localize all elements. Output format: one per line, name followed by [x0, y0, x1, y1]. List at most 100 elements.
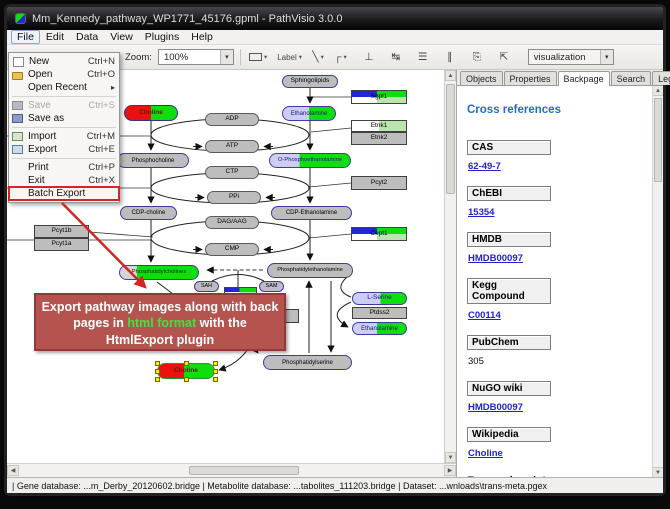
xref-link[interactable]: C00114: [468, 310, 501, 321]
pathway-node-phosphatidylcholines[interactable]: Phosphatidylcholines: [119, 265, 199, 280]
scroll-left-icon[interactable]: ◀: [7, 465, 19, 476]
pathway-node-ctp[interactable]: CTP: [205, 166, 259, 179]
menu-data[interactable]: Data: [70, 30, 104, 44]
open-folder-icon: [12, 72, 23, 80]
xref-value: 305: [468, 356, 651, 367]
pathway-node-cdp-ethanolamine[interactable]: CDP-Ethanolamine: [271, 206, 352, 220]
pathway-node-phosphatidylserine[interactable]: Phosphatidylserine: [263, 355, 352, 370]
title-bar[interactable]: Mm_Kennedy_pathway_WP1771_45176.gpml - P…: [7, 7, 663, 30]
label-tool-button[interactable]: Label▾: [275, 48, 304, 66]
zoom-combobox[interactable]: 100% ▾: [158, 49, 234, 65]
cross-references-heading: Cross references: [467, 104, 651, 116]
file-menu-item-print[interactable]: PrintCtrl+P: [9, 161, 119, 174]
pathway-node-cmp[interactable]: CMP: [205, 243, 259, 256]
pathway-node-dag-aag[interactable]: DAG/AAG: [205, 216, 259, 229]
selection-handle[interactable]: [155, 369, 160, 374]
menu-file[interactable]: File: [11, 30, 40, 44]
panel-scroll-down-icon[interactable]: ▼: [653, 467, 663, 477]
pathway-node-ptdss2[interactable]: Ptdss2: [352, 307, 407, 319]
common-size-icon[interactable]: ⎘: [469, 48, 485, 66]
pathway-node-sam[interactable]: SAM: [259, 281, 284, 292]
pathway-node-phosphocholine[interactable]: Phosphocholine: [117, 153, 189, 168]
selection-handle[interactable]: [213, 369, 218, 374]
pathway-node-choline[interactable]: Choline: [124, 105, 178, 121]
align-vertical-icon[interactable]: ∥: [442, 48, 458, 66]
swap-position-icon[interactable]: ↹: [388, 48, 404, 66]
pathway-node-ethanolamine[interactable]: Ethanolamine: [352, 322, 407, 335]
xref-link[interactable]: HMDB00097: [468, 402, 523, 413]
pathway-node-sphingolipids[interactable]: Sphingolipids: [282, 75, 338, 88]
file-menu-item-save[interactable]: SaveCtrl+S: [9, 99, 119, 112]
pathway-node-adp[interactable]: ADP: [205, 113, 259, 126]
canvas-horizontal-scrollbar[interactable]: ◀ ▶: [7, 463, 456, 477]
file-menu-item-export[interactable]: ExportCtrl+E: [9, 143, 119, 156]
pathway-node-ppi[interactable]: PPi: [207, 191, 261, 204]
vertical-scroll-thumb[interactable]: [446, 84, 455, 194]
xref-section-cas: CAS62-49-7: [467, 140, 651, 172]
selection-handle[interactable]: [155, 361, 160, 366]
side-panel-tabs: ObjectsPropertiesBackpageSearchLegend: [457, 70, 663, 86]
panel-scroll-thumb[interactable]: [654, 98, 662, 182]
file-menu-item-open[interactable]: OpenCtrl+O: [9, 68, 119, 81]
pathway-node-l-serine[interactable]: L-Serine: [352, 292, 407, 305]
file-menu-item-exit[interactable]: ExitCtrl+X: [9, 174, 119, 187]
menu-help[interactable]: Help: [185, 30, 219, 44]
file-menu-item-import[interactable]: ImportCtrl+M: [9, 130, 119, 143]
pathway-node-sah[interactable]: SAH: [194, 281, 219, 292]
visualization-combobox[interactable]: visualization ▾: [528, 49, 614, 65]
zoom-dropdown-arrow-icon[interactable]: ▾: [220, 50, 233, 64]
menu-plugins[interactable]: Plugins: [139, 30, 185, 44]
selection-handle[interactable]: [213, 361, 218, 366]
file-menu-item-open-recent[interactable]: Open Recent▸: [9, 81, 119, 94]
pathway-node-cdp-choline[interactable]: CDP-choline: [120, 206, 177, 220]
panel-scrollbar[interactable]: ▲ ▼: [652, 86, 663, 477]
pathway-node-atp[interactable]: ATP: [205, 140, 259, 153]
selection-handle[interactable]: [155, 377, 160, 382]
pathway-node-pcyt2[interactable]: Pcyt2: [351, 176, 407, 190]
file-menu-item-new[interactable]: NewCtrl+N: [9, 55, 119, 68]
pathway-node-phosphatidylethanolamine[interactable]: Phosphatidylethanolamine: [267, 263, 353, 278]
tab-legend[interactable]: Legend: [652, 71, 670, 85]
tab-objects[interactable]: Objects: [460, 71, 503, 85]
pathway-node-etnk2[interactable]: Etnk2: [351, 132, 407, 145]
menu-view[interactable]: View: [104, 30, 139, 44]
canvas-vertical-scrollbar[interactable]: ▲ ▼: [444, 70, 456, 463]
pathway-node-pcyt1a[interactable]: Pcyt1a: [34, 238, 89, 251]
tab-search[interactable]: Search: [611, 71, 652, 85]
menu-edit[interactable]: Edit: [40, 30, 70, 44]
selection-handle[interactable]: [184, 361, 189, 366]
horizontal-scroll-thumb[interactable]: [189, 466, 299, 475]
file-menu-item-save-as[interactable]: Save as: [9, 112, 119, 125]
pathway-node-ethanolamine[interactable]: Ethanolamine: [282, 106, 336, 121]
align-horizontal-icon[interactable]: ☰: [415, 48, 431, 66]
visualization-dropdown-arrow-icon[interactable]: ▾: [600, 50, 613, 64]
line-tool-button[interactable]: ╲▾: [310, 48, 326, 66]
xref-link[interactable]: 62-49-7: [468, 161, 501, 172]
pathway-node-cept1[interactable]: Cept1: [351, 227, 407, 241]
connector-tool-button[interactable]: ┌▾: [332, 48, 349, 66]
file-menu-item-batch-export[interactable]: Batch Export: [9, 187, 119, 200]
pathway-node-o-phosphoethanolamine[interactable]: O-Phosphoethanolamine: [269, 153, 351, 168]
selection-handle[interactable]: [184, 377, 189, 382]
align-bottom-icon[interactable]: ⊥: [361, 48, 377, 66]
app-window: Mm_Kennedy_pathway_WP1771_45176.gpml - P…: [4, 4, 666, 496]
xref-link[interactable]: 15354: [468, 207, 494, 218]
panel-scroll-up-icon[interactable]: ▲: [653, 86, 663, 96]
xref-value: 62-49-7: [468, 161, 651, 172]
xref-link[interactable]: Choline: [468, 448, 503, 459]
scroll-down-icon[interactable]: ▼: [445, 452, 456, 463]
pathway-node-sgpl1[interactable]: Sgpl1: [351, 90, 407, 104]
tab-properties[interactable]: Properties: [504, 71, 557, 85]
new-document-icon: [13, 57, 24, 67]
pathway-node-choline[interactable]: Choline: [157, 363, 215, 379]
gene-datanode-tool-button[interactable]: ▾: [247, 48, 269, 66]
selection-handle[interactable]: [213, 377, 218, 382]
xref-link[interactable]: HMDB00097: [468, 253, 523, 264]
stack-icon[interactable]: ⇱: [496, 48, 512, 66]
pathway-node-etnk1[interactable]: Etnk1: [351, 120, 407, 132]
scroll-up-icon[interactable]: ▲: [445, 70, 456, 81]
xref-value: HMDB00097: [468, 253, 651, 264]
tab-backpage[interactable]: Backpage: [558, 71, 610, 86]
pathway-node-pcyt1b[interactable]: Pcyt1b: [34, 225, 89, 238]
scroll-right-icon[interactable]: ▶: [444, 465, 456, 476]
